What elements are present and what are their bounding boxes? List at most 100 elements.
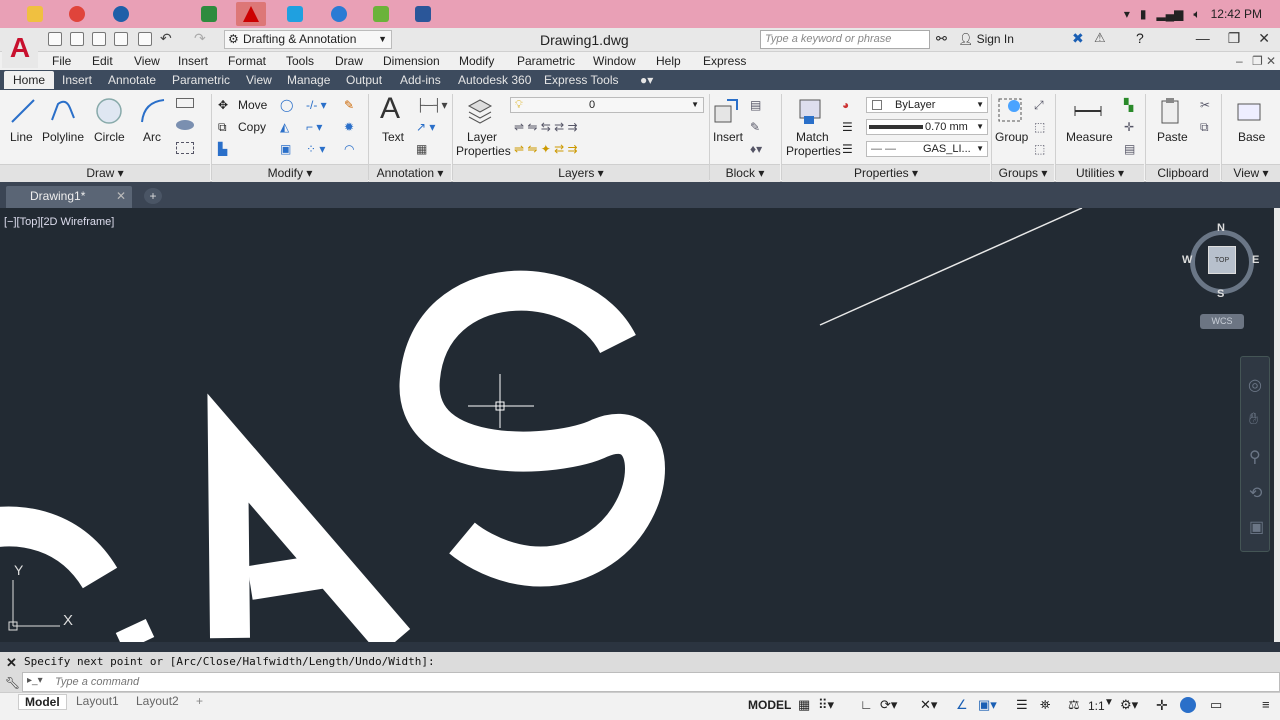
model-space-toggle[interactable]: MODEL	[748, 698, 791, 712]
menu-file[interactable]: File	[52, 54, 71, 68]
insert-block-icon[interactable]	[711, 96, 741, 126]
open-icon[interactable]	[70, 32, 84, 46]
circle-icon[interactable]	[94, 96, 124, 126]
layer-properties-label-2[interactable]: Properties	[456, 144, 511, 158]
text-icon[interactable]: A	[380, 92, 400, 126]
leader-icon[interactable]: ↗ ▾	[416, 120, 435, 134]
control-panel-icon[interactable]	[194, 2, 224, 26]
line-label[interactable]: Line	[10, 130, 33, 144]
exchange-icon[interactable]: ✖	[1072, 30, 1084, 47]
polar-icon[interactable]: ⟳▾	[880, 697, 897, 713]
layer-properties-icon[interactable]	[465, 96, 495, 126]
autocad-taskbar-icon[interactable]	[236, 2, 266, 26]
arc-icon[interactable]	[138, 96, 168, 126]
help-icon[interactable]: ?	[1136, 30, 1144, 46]
new-tab-icon[interactable]: +	[144, 188, 162, 204]
menu-express[interactable]: Express	[703, 54, 746, 68]
file-explorer-icon[interactable]	[20, 2, 50, 26]
showmotion-icon[interactable]: ▣	[1249, 517, 1264, 537]
layout-tab-layout1[interactable]: Layout1	[76, 694, 119, 708]
new-icon[interactable]	[48, 32, 62, 46]
object-snap-icon[interactable]: ▣▾	[978, 697, 997, 713]
explode-icon[interactable]: ✹	[344, 120, 354, 134]
command-prompt-icon[interactable]: ▸_▾	[27, 675, 43, 686]
fillet-icon[interactable]: ⌐ ▾	[306, 120, 322, 134]
menu-dimension[interactable]: Dimension	[383, 54, 440, 68]
print-icon[interactable]	[138, 32, 152, 46]
mirror-icon[interactable]: ◭	[280, 120, 289, 134]
copy-icon[interactable]: ⧉	[218, 120, 227, 135]
network-icon[interactable]: ▂▄▆	[1156, 7, 1183, 21]
file-tab-drawing1[interactable]: Drawing1* ✕	[6, 186, 132, 208]
save-as-icon[interactable]	[114, 32, 128, 46]
customization-menu-icon[interactable]: ≡	[1262, 697, 1270, 712]
text-label[interactable]: Text	[382, 130, 404, 144]
stretch-icon[interactable]: ▙	[218, 142, 227, 156]
group-edit-icon[interactable]: ⬚	[1034, 120, 1045, 134]
layer-properties-label[interactable]: Layer	[467, 130, 497, 144]
tab-output[interactable]: Output	[346, 73, 382, 87]
offset-icon[interactable]: ◠	[344, 142, 354, 156]
tab-view[interactable]: View	[246, 73, 272, 87]
boundary-icon[interactable]	[176, 142, 194, 154]
view-panel-title[interactable]: View ▾	[1222, 164, 1280, 182]
help-search-input[interactable]: Type a keyword or phrase	[760, 30, 930, 49]
layer-tools-row2-icon[interactable]: ⇌ ⇋ ✦ ⇄ ⇉	[514, 142, 578, 156]
menu-parametric[interactable]: Parametric	[517, 54, 575, 68]
snap-icon[interactable]: ⠿▾	[818, 697, 834, 713]
ribbon-minimize-icon[interactable]: ●▾	[640, 73, 653, 87]
linetype-dropdown[interactable]: — — GAS_LI... ▼	[866, 141, 988, 157]
sign-in-button[interactable]: 👤︎ Sign In	[958, 32, 1014, 46]
move-label[interactable]: Move	[238, 98, 267, 112]
customize-wrench-icon[interactable]: 🔧︎	[5, 676, 20, 690]
internet-explorer-icon[interactable]	[324, 2, 354, 26]
paste-label[interactable]: Paste	[1157, 130, 1188, 144]
volume-icon[interactable]: 🔈︎	[1193, 7, 1200, 22]
ungroup-icon[interactable]: ⤢	[1034, 98, 1044, 113]
menu-draw[interactable]: Draw	[335, 54, 363, 68]
match-properties-icon[interactable]	[796, 96, 826, 126]
annotation-panel-title[interactable]: Annotation ▾	[369, 164, 451, 182]
workspace-dropdown[interactable]: ⚙ Drafting & Annotation ▼	[224, 30, 392, 49]
object-snap-tracking-icon[interactable]: ∠	[956, 697, 968, 713]
cut-icon[interactable]: ✂	[1200, 98, 1210, 112]
block-attr-icon[interactable]: ♦▾	[750, 142, 762, 156]
restore-icon[interactable]: ❐	[1228, 30, 1241, 47]
application-menu-button[interactable]: A	[2, 28, 38, 68]
create-block-icon[interactable]: ▤	[750, 98, 761, 112]
group-icon[interactable]	[996, 96, 1026, 126]
annotation-monitor-icon[interactable]: ✛	[1156, 697, 1168, 714]
copy-clip-icon[interactable]: ⧉	[1200, 120, 1209, 135]
menu-modify[interactable]: Modify	[459, 54, 494, 68]
menu-tools[interactable]: Tools	[286, 54, 314, 68]
base-view-icon[interactable]	[1234, 96, 1264, 126]
redo-icon[interactable]: ↷	[194, 30, 206, 47]
tab-manage[interactable]: Manage	[287, 73, 330, 87]
lineweight-icon[interactable]: ☰	[842, 120, 853, 134]
save-icon[interactable]	[92, 32, 106, 46]
close-icon[interactable]: ✕	[1258, 30, 1270, 47]
insert-label[interactable]: Insert	[713, 130, 743, 144]
lineweight-display-icon[interactable]: ☰	[1016, 697, 1028, 713]
drawing-canvas[interactable]: Y X	[0, 208, 1274, 642]
clipboard-panel-title[interactable]: Clipboard	[1146, 164, 1220, 182]
close-command-icon[interactable]: ✕	[6, 655, 17, 671]
command-input[interactable]	[55, 676, 455, 688]
clean-screen-icon[interactable]: ▭	[1210, 697, 1222, 713]
menu-insert[interactable]: Insert	[178, 54, 208, 68]
chevron-up-icon[interactable]: ▾	[1124, 7, 1130, 21]
move-icon[interactable]: ✥	[218, 98, 228, 112]
arc-label[interactable]: Arc	[143, 130, 161, 144]
grid-icon[interactable]: ▦	[798, 697, 810, 713]
tab-home[interactable]: Home	[4, 71, 55, 89]
id-point-icon[interactable]: ✛	[1124, 120, 1134, 134]
a360-icon[interactable]: ⚠	[1094, 30, 1106, 46]
modify-panel-title[interactable]: Modify ▾	[212, 164, 368, 182]
chrome-icon[interactable]	[62, 2, 92, 26]
skype-icon[interactable]	[280, 2, 310, 26]
properties-panel-title[interactable]: Properties ▾	[782, 164, 990, 182]
battery-icon[interactable]: ▮	[1140, 7, 1147, 21]
base-label[interactable]: Base	[1238, 130, 1265, 144]
tab-insert[interactable]: Insert	[62, 73, 92, 87]
pan-icon[interactable]: ✋︎	[1249, 411, 1258, 429]
